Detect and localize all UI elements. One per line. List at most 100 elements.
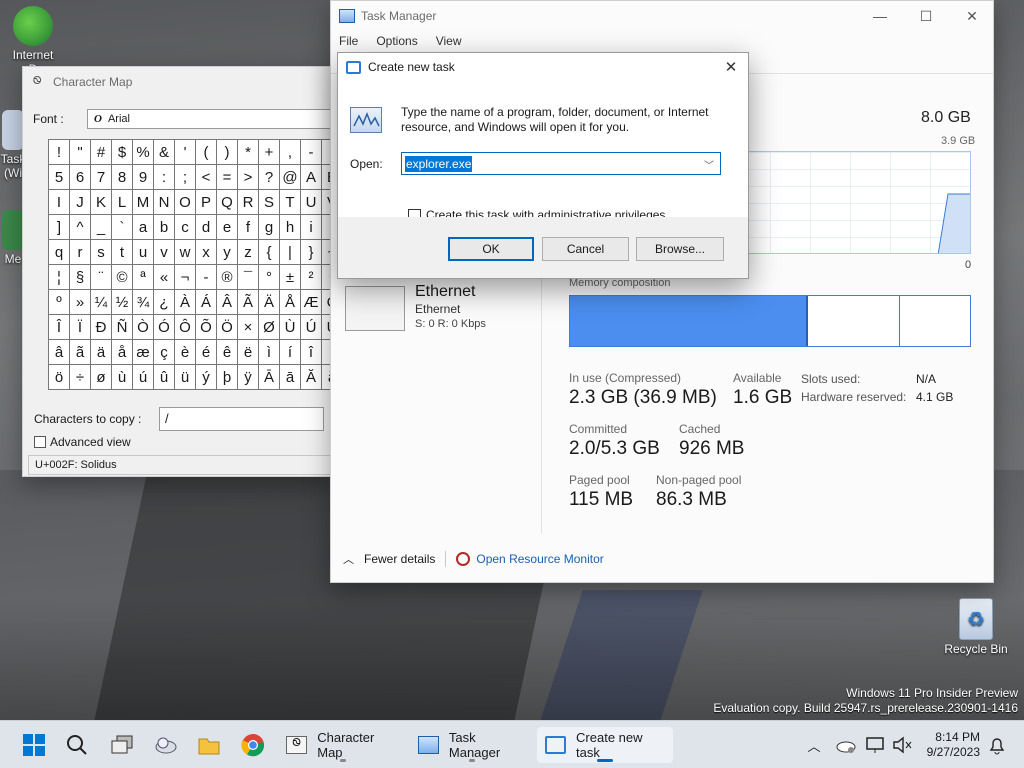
character-cell[interactable]: © — [112, 265, 133, 290]
character-cell[interactable]: Ă — [301, 365, 322, 390]
taskbar-app-task-manager[interactable]: Task Manager — [410, 727, 534, 763]
desktop-icon-recycle-bin[interactable]: ♻ Recycle Bin — [940, 598, 1012, 656]
character-cell[interactable]: i — [301, 215, 322, 240]
character-cell[interactable]: h — [280, 215, 301, 240]
ok-button[interactable]: OK — [448, 237, 534, 261]
chevron-up-icon[interactable]: ︿ — [343, 551, 354, 567]
character-cell[interactable]: ? — [259, 165, 280, 190]
character-cell[interactable]: ë — [238, 340, 259, 365]
notifications-button[interactable] — [983, 731, 1011, 759]
chrome-button[interactable] — [239, 731, 267, 759]
character-cell[interactable]: ° — [259, 265, 280, 290]
menu-view[interactable]: View — [434, 31, 478, 51]
character-cell[interactable]: ā — [280, 365, 301, 390]
character-cell[interactable]: M — [133, 190, 154, 215]
task-view-button[interactable] — [108, 731, 136, 759]
character-cell[interactable]: b — [154, 215, 175, 240]
character-cell[interactable]: Ï — [70, 315, 91, 340]
character-cell[interactable]: Q — [217, 190, 238, 215]
character-cell[interactable]: Â — [217, 290, 238, 315]
character-cell[interactable]: K — [91, 190, 112, 215]
character-cell[interactable]: ö — [49, 365, 70, 390]
character-cell[interactable]: Õ — [196, 315, 217, 340]
character-cell[interactable]: è — [175, 340, 196, 365]
character-cell[interactable]: w — [175, 240, 196, 265]
chevron-down-icon[interactable]: ﹀ — [704, 157, 714, 172]
character-cell[interactable]: O — [175, 190, 196, 215]
character-cell[interactable]: Ø — [259, 315, 280, 340]
character-cell[interactable]: 5 — [49, 165, 70, 190]
character-cell[interactable]: û — [154, 365, 175, 390]
character-cell[interactable]: } — [301, 240, 322, 265]
character-cell[interactable]: ª — [133, 265, 154, 290]
characters-to-copy-input[interactable]: / — [159, 407, 324, 431]
widgets-button[interactable] — [152, 731, 180, 759]
character-cell[interactable]: ¾ — [133, 290, 154, 315]
character-cell[interactable]: q — [49, 240, 70, 265]
clock[interactable]: 8:14 PM 9/27/2023 — [918, 730, 980, 760]
character-cell[interactable]: U — [301, 190, 322, 215]
character-cell[interactable]: ÷ — [70, 365, 91, 390]
character-cell[interactable]: 6 — [70, 165, 91, 190]
character-cell[interactable]: þ — [217, 365, 238, 390]
character-cell[interactable]: ã — [70, 340, 91, 365]
character-cell[interactable]: À — [175, 290, 196, 315]
character-cell[interactable]: I — [49, 190, 70, 215]
character-cell[interactable]: â — [49, 340, 70, 365]
cancel-button[interactable]: Cancel — [542, 237, 629, 261]
character-cell[interactable]: æ — [133, 340, 154, 365]
character-cell[interactable]: ç — [154, 340, 175, 365]
volume-button[interactable] — [888, 731, 916, 759]
character-cell[interactable]: Ä — [259, 290, 280, 315]
character-cell[interactable]: e — [217, 215, 238, 240]
advanced-view-checkbox[interactable] — [34, 436, 46, 448]
character-cell[interactable]: Ò — [133, 315, 154, 340]
menu-options[interactable]: Options — [374, 31, 433, 51]
character-cell[interactable]: N — [154, 190, 175, 215]
character-cell[interactable]: ) — [217, 140, 238, 165]
character-cell[interactable]: 8 — [112, 165, 133, 190]
character-cell[interactable]: x — [196, 240, 217, 265]
character-cell[interactable]: ÿ — [238, 365, 259, 390]
character-cell[interactable]: R — [238, 190, 259, 215]
character-cell[interactable]: & — [154, 140, 175, 165]
character-cell[interactable]: J — [70, 190, 91, 215]
character-cell[interactable]: ¿ — [154, 290, 175, 315]
character-cell[interactable]: Á — [196, 290, 217, 315]
character-cell[interactable]: ø — [91, 365, 112, 390]
character-cell[interactable]: a — [133, 215, 154, 240]
character-cell[interactable]: @ — [280, 165, 301, 190]
character-cell[interactable]: u — [133, 240, 154, 265]
open-input-value[interactable]: explorer.exe — [405, 155, 473, 172]
taskbar-app-create-new-task[interactable]: Create new task — [537, 727, 673, 763]
character-cell[interactable]: Æ — [301, 290, 322, 315]
character-cell[interactable]: Ù — [280, 315, 301, 340]
character-cell[interactable]: y — [217, 240, 238, 265]
character-cell[interactable]: ¨ — [91, 265, 112, 290]
character-cell[interactable]: % — [133, 140, 154, 165]
character-cell[interactable]: º — [49, 290, 70, 315]
character-cell[interactable]: g — [259, 215, 280, 240]
character-cell[interactable]: ù — [112, 365, 133, 390]
character-cell[interactable]: ; — [175, 165, 196, 190]
show-hidden-icons-button[interactable]: ︿ — [800, 731, 828, 759]
character-cell[interactable]: z — [238, 240, 259, 265]
character-cell[interactable]: ä — [91, 340, 112, 365]
character-cell[interactable]: ] — [49, 215, 70, 240]
character-cell[interactable]: * — [238, 140, 259, 165]
character-cell[interactable]: : — [154, 165, 175, 190]
character-cell[interactable]: Ú — [301, 315, 322, 340]
network-button[interactable] — [862, 731, 890, 759]
character-cell[interactable]: § — [70, 265, 91, 290]
start-button[interactable] — [20, 731, 48, 759]
maximize-button[interactable]: ☐ — [903, 1, 949, 31]
character-cell[interactable]: L — [112, 190, 133, 215]
character-cell[interactable]: ` — [112, 215, 133, 240]
fewer-details-button[interactable]: Fewer details — [364, 552, 435, 566]
character-cell[interactable]: ¼ — [91, 290, 112, 315]
open-resource-monitor-link[interactable]: Open Resource Monitor — [476, 552, 603, 566]
character-cell[interactable]: " — [70, 140, 91, 165]
onedrive-button[interactable] — [832, 731, 860, 759]
search-button[interactable] — [63, 731, 91, 759]
character-cell[interactable]: - — [301, 140, 322, 165]
